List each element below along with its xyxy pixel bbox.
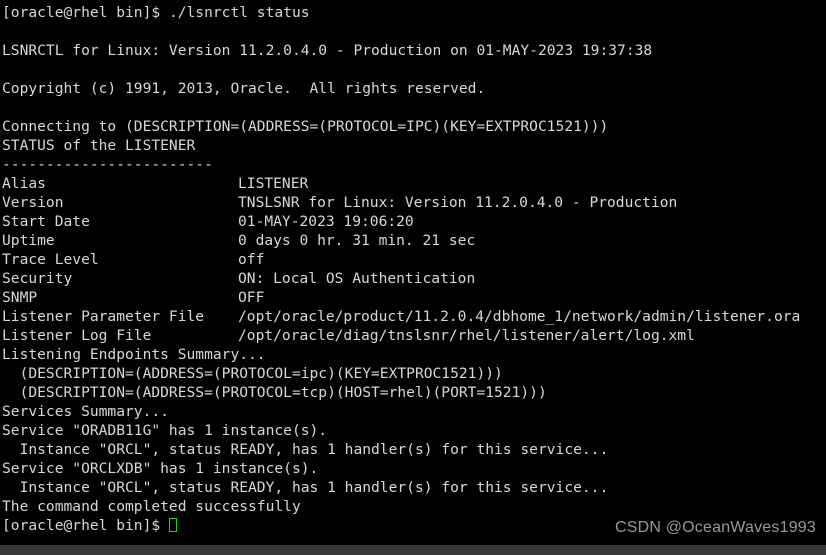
detail-key: Alias [2,175,46,192]
detail-value: ON: Local OS Authentication [238,270,476,287]
detail-key: Version [2,194,64,211]
detail-key: Listener Parameter File [2,308,205,325]
window-bottom-bar [0,545,826,555]
detail-value: TNSLSNR for Linux: Version 11.2.0.4.0 - … [238,194,678,211]
detail-row-security: Security ON: Local OS Authentication [2,269,826,288]
detail-value: LISTENER [238,175,309,192]
terminal-window[interactable]: [oracle@rhel bin]$ ./lsnrctl status LSNR… [0,0,826,555]
terminal-output-area[interactable]: [oracle@rhel bin]$ ./lsnrctl status LSNR… [0,0,826,545]
instance-orcl-orclxdb: Instance "ORCL", status READY, has 1 han… [2,479,609,496]
completion-message: The command completed successfully [2,498,301,515]
text-cursor [168,518,177,532]
detail-value: off [238,251,265,268]
copyright-notice: Copyright (c) 1991, 2013, Oracle. All ri… [2,80,486,97]
detail-key: Security [2,270,73,287]
detail-row-parameter-file: Listener Parameter File/opt/oracle/produ… [2,307,826,326]
detail-row-log-file: Listener Log File/opt/oracle/diag/tnslsn… [2,326,826,345]
detail-value: /opt/oracle/product/11.2.0.4/dbhome_1/ne… [238,308,801,325]
endpoints-header: Listening Endpoints Summary... [2,346,266,363]
detail-value: 0 days 0 hr. 31 min. 21 sec [238,232,476,249]
service-orclxdb: Service "ORCLXDB" has 1 instance(s). [2,460,319,477]
detail-row-trace-level: Trace Level off [2,250,826,269]
detail-row-version: Version TNSLSNR for Linux: Version 11.2.0… [2,193,826,212]
detail-key: Start Date [2,213,90,230]
endpoint-tcp: (DESCRIPTION=(ADDRESS=(PROTOCOL=tcp)(HOS… [2,384,547,401]
service-oradb11g: Service "ORADB11G" has 1 instance(s). [2,422,328,439]
shell-prompt: [oracle@rhel bin]$ [2,517,169,534]
instance-orcl-oradb11g: Instance "ORCL", status READY, has 1 han… [2,441,609,458]
detail-value: OFF [238,289,265,306]
detail-value: 01-MAY-2023 19:06:20 [238,213,414,230]
detail-row-snmp: SNMP OFF [2,288,826,307]
detail-row-alias: Alias LISTENER [2,174,826,193]
watermark-text: CSDN @OceanWaves1993 [614,519,816,536]
detail-key: Uptime [2,232,55,249]
detail-key: Listener Log File [2,327,152,344]
lsnrctl-banner: LSNRCTL for Linux: Version 11.2.0.4.0 - … [2,42,653,59]
command-line-entered: [oracle@rhel bin]$ ./lsnrctl status [2,3,826,22]
status-header: STATUS of the LISTENER [2,137,196,154]
shell-prompt: [oracle@rhel bin]$ [2,4,169,21]
detail-row-start-date: Start Date 01-MAY-2023 19:06:20 [2,212,826,231]
services-header: Services Summary... [2,403,169,420]
status-separator: ------------------------ [2,156,213,173]
detail-key: Trace Level [2,251,99,268]
endpoint-ipc: (DESCRIPTION=(ADDRESS=(PROTOCOL=ipc)(KEY… [2,365,503,382]
detail-row-uptime: Uptime 0 days 0 hr. 31 min. 21 sec [2,231,826,250]
detail-key: SNMP [2,289,38,306]
detail-value: /opt/oracle/diag/tnslsnr/rhel/listener/a… [238,327,695,344]
connecting-line: Connecting to (DESCRIPTION=(ADDRESS=(PRO… [2,118,609,135]
command-text: ./lsnrctl status [168,4,310,21]
